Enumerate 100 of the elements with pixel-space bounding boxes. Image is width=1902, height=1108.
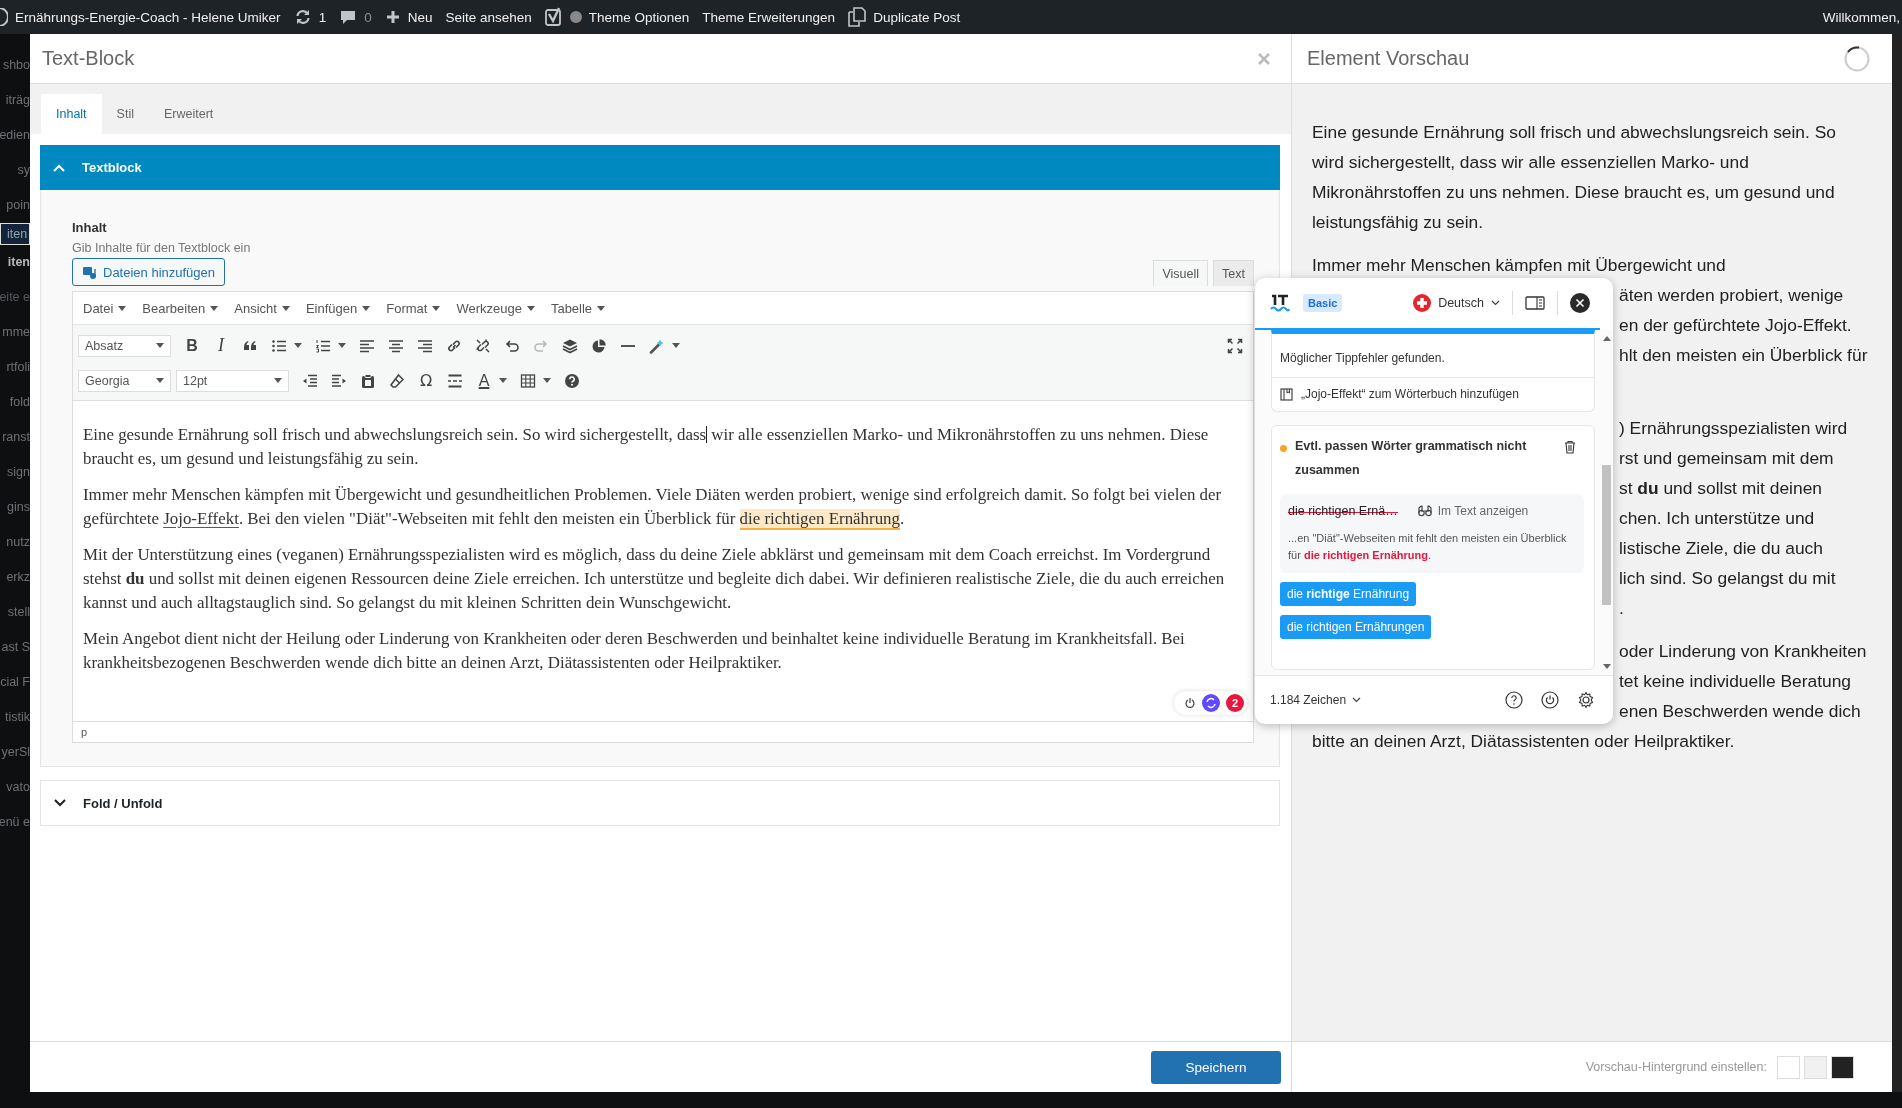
- editor-menu[interactable]: Format: [386, 300, 441, 316]
- close-icon[interactable]: [1570, 293, 1590, 313]
- duplicate-icon[interactable]: [848, 7, 867, 27]
- character-count[interactable]: 1.184 Zeichen: [1270, 693, 1347, 707]
- editor-menu[interactable]: Bearbeiten: [142, 300, 219, 316]
- sync-icon[interactable]: [1202, 694, 1220, 712]
- settings-icon[interactable]: [1577, 691, 1595, 709]
- duplicate-post-link[interactable]: Duplicate Post: [873, 9, 961, 25]
- comment-count[interactable]: 0: [364, 9, 372, 25]
- fullscreen-icon[interactable]: [1227, 337, 1243, 354]
- sidebar-menu-item[interactable]: edien: [0, 118, 30, 153]
- sidebar-menu-item[interactable]: ast S: [0, 630, 30, 665]
- sidebar-menu-item[interactable]: rtfoli: [0, 350, 30, 385]
- magic-wand-icon[interactable]: [649, 337, 665, 354]
- unlink-icon[interactable]: [475, 337, 491, 354]
- background-swatch[interactable]: [1777, 1055, 1800, 1079]
- text-color-button[interactable]: A: [476, 371, 492, 390]
- y-logo-icon[interactable]: [544, 7, 563, 27]
- sidebar-menu-item[interactable]: fold: [0, 385, 30, 420]
- tab[interactable]: Stil: [101, 94, 149, 134]
- align-left-icon[interactable]: [359, 337, 375, 354]
- add-to-dictionary-link[interactable]: „Jojo-Effekt“ zum Wörterbuch hinzufügen: [1301, 387, 1519, 401]
- binoculars-icon[interactable]: [1417, 505, 1432, 517]
- book-icon[interactable]: [1280, 387, 1293, 401]
- editor-menu[interactable]: Werkzeuge: [456, 300, 535, 316]
- language-select[interactable]: Deutsch: [1438, 296, 1484, 310]
- help-icon[interactable]: [1505, 691, 1523, 709]
- align-center-icon[interactable]: [388, 337, 404, 354]
- suggestion-button[interactable]: die richtigen Ernährungen: [1280, 615, 1432, 639]
- sidebar-menu-item[interactable]: nutz: [0, 525, 30, 560]
- sidebar-menu-item[interactable]: erkz: [0, 560, 30, 595]
- indent-icon[interactable]: [331, 372, 347, 389]
- tab[interactable]: Inhalt: [41, 94, 102, 134]
- editor-mode-tab[interactable]: Text: [1213, 260, 1254, 286]
- sidebar-panel-icon[interactable]: [1525, 296, 1545, 310]
- checker-badge[interactable]: 2: [1174, 691, 1247, 715]
- font-select[interactable]: Georgia: [78, 369, 171, 392]
- plus-icon[interactable]: [384, 9, 401, 25]
- eraser-icon[interactable]: [389, 372, 405, 389]
- bullet-list-icon[interactable]: [271, 337, 287, 354]
- new-link[interactable]: Neu: [407, 9, 433, 25]
- sidebar-menu-item[interactable]: iten: [0, 245, 30, 280]
- help-icon[interactable]: [564, 372, 580, 389]
- sidebar-menu-item[interactable]: enü e: [0, 805, 30, 840]
- admin-bar-link[interactable]: Theme Erweiterungen: [702, 9, 836, 25]
- show-in-text-link[interactable]: Im Text anzeigen: [1437, 504, 1529, 518]
- clipboard-icon[interactable]: [360, 372, 376, 389]
- page-break-icon[interactable]: [447, 372, 463, 389]
- editor-menu[interactable]: Tabelle: [550, 300, 606, 316]
- sidebar-menu-item[interactable]: shbo: [0, 48, 30, 83]
- sidebar-menu-item[interactable]: iträg: [0, 83, 30, 118]
- sidebar-menu-item[interactable]: sign: [0, 455, 30, 490]
- background-swatch[interactable]: [1831, 1055, 1854, 1079]
- scroll-down-icon[interactable]: [1602, 664, 1611, 669]
- font-size-select[interactable]: 12pt: [176, 369, 289, 392]
- sidebar-menu-item[interactable]: mme: [0, 315, 30, 350]
- bold-button[interactable]: B: [184, 336, 200, 355]
- special-character-button[interactable]: Ω: [418, 371, 434, 390]
- layers-icon[interactable]: [562, 337, 578, 354]
- format-select[interactable]: Absatz: [78, 334, 171, 357]
- wordpress-logo-icon[interactable]: [0, 8, 8, 26]
- sidebar-menu-item[interactable]: sy: [0, 153, 30, 188]
- trash-icon[interactable]: [1564, 440, 1576, 454]
- editor-menu[interactable]: Datei: [83, 300, 127, 316]
- sidebar-menu-item[interactable]: gins: [0, 490, 30, 525]
- italic-button[interactable]: I: [213, 335, 229, 356]
- sidebar-menu-item[interactable]: tistik: [0, 700, 30, 735]
- tab[interactable]: Erweitert: [148, 94, 229, 134]
- comment-bubble-icon[interactable]: [339, 8, 358, 26]
- power-icon[interactable]: [1541, 691, 1559, 709]
- sidebar-menu-item[interactable]: ranst: [0, 420, 30, 455]
- scroll-up-icon[interactable]: [1602, 336, 1611, 341]
- update-count[interactable]: 1: [318, 9, 327, 25]
- sidebar-menu-item[interactable]: yerSl: [0, 735, 30, 770]
- editor-menu[interactable]: Ansicht: [234, 300, 290, 316]
- pie-chart-icon[interactable]: [591, 337, 607, 354]
- view-page-link[interactable]: Seite ansehen: [445, 9, 532, 25]
- chevron-down-icon[interactable]: [1491, 300, 1500, 306]
- sidebar-menu-item[interactable]: cial F: [0, 665, 30, 700]
- undo-icon[interactable]: [504, 337, 520, 354]
- suggestion-button[interactable]: die richtige Ernährung: [1280, 582, 1417, 606]
- numbered-list-icon[interactable]: [315, 337, 331, 354]
- power-icon[interactable]: [1184, 697, 1196, 709]
- refresh-icon[interactable]: [293, 8, 312, 26]
- add-media-button[interactable]: Dateien hinzufügen: [72, 258, 226, 286]
- section-header[interactable]: Fold / Unfold: [40, 780, 1280, 826]
- section-header[interactable]: Textblock: [40, 145, 1280, 190]
- swiss-flag-icon[interactable]: [1413, 294, 1432, 312]
- align-right-icon[interactable]: [417, 337, 433, 354]
- save-button[interactable]: Speichern: [1151, 1050, 1281, 1084]
- background-swatch[interactable]: [1804, 1055, 1827, 1079]
- sidebar-menu-item[interactable]: poin: [0, 188, 30, 223]
- editor-mode-tab[interactable]: Visuell: [1153, 260, 1209, 286]
- sidebar-menu-item[interactable]: stell: [0, 595, 30, 630]
- editor-menu[interactable]: Einfügen: [305, 300, 371, 316]
- sidebar-menu-item[interactable]: vato: [0, 770, 30, 805]
- table-icon[interactable]: [520, 372, 536, 389]
- sidebar-menu-item[interactable]: iten: [0, 223, 30, 245]
- admin-bar-link[interactable]: Theme Optionen: [588, 9, 690, 25]
- chevron-down-icon[interactable]: [1352, 697, 1362, 703]
